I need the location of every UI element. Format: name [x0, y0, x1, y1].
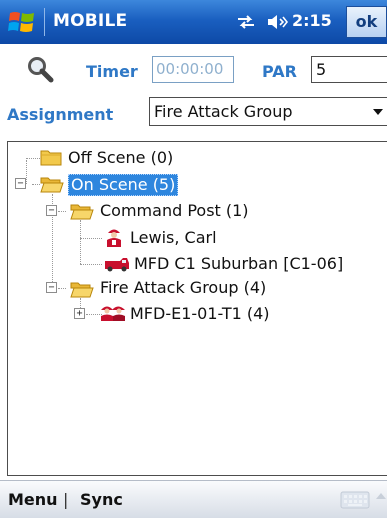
timer-label: Timer: [86, 62, 138, 81]
menu-softkey[interactable]: Menu: [8, 490, 58, 509]
tree-node-off-scene[interactable]: Off Scene (0): [68, 148, 173, 168]
assignment-dropdown[interactable]: Fire Attack Group: [149, 97, 387, 126]
tree-node-suburban[interactable]: MFD C1 Suburban [C1-06]: [134, 254, 343, 274]
tree-connector: [26, 160, 27, 184]
sync-softkey[interactable]: Sync: [80, 490, 123, 509]
assignment-label: Assignment: [7, 105, 114, 124]
collapse-toggle[interactable]: −: [46, 282, 57, 293]
tree-connector: [80, 264, 102, 265]
tree-connector: [26, 158, 40, 159]
tree-node-engine-crew[interactable]: MFD-E1-01-T1 (4): [130, 304, 270, 324]
chevron-up-icon[interactable]: [376, 493, 386, 499]
tree-connector: [32, 184, 40, 185]
tree-node-command-post[interactable]: Command Post (1): [100, 201, 249, 221]
tree-node-on-scene[interactable]: On Scene (5): [68, 174, 179, 196]
tree-connector: [58, 288, 66, 289]
crew-group-icon: [101, 306, 125, 321]
windows-start-icon[interactable]: [8, 9, 36, 35]
connectivity-icon[interactable]: [236, 13, 256, 31]
assignment-selected-value: Fire Attack Group: [154, 102, 293, 121]
keyboard-icon[interactable]: [340, 490, 370, 510]
par-label: PAR: [262, 62, 297, 81]
folder-open-icon: [70, 282, 94, 298]
ok-button[interactable]: ok: [346, 6, 387, 38]
volume-icon[interactable]: [266, 13, 288, 31]
firefighter-icon: [107, 229, 121, 247]
collapse-toggle[interactable]: −: [15, 178, 26, 189]
title-separator: [44, 8, 45, 36]
expand-toggle[interactable]: +: [74, 308, 85, 319]
chevron-down-icon[interactable]: [373, 109, 383, 115]
par-field[interactable]: 5: [311, 56, 387, 83]
tree-node-lewis-carl[interactable]: Lewis, Carl: [130, 228, 217, 248]
tree-node-fire-attack-group[interactable]: Fire Attack Group (4): [100, 278, 266, 298]
folder-open-icon: [70, 204, 94, 220]
tree-connector: [80, 220, 81, 264]
title-bar: MOBILE 2:15 ok: [0, 0, 387, 44]
tree-connector: [58, 211, 66, 212]
vehicle-icon: [105, 258, 129, 272]
search-icon[interactable]: [26, 55, 54, 83]
folder-icon: [40, 150, 62, 166]
timer-field[interactable]: 00:00:00: [152, 56, 234, 83]
softkey-separator: |: [63, 490, 69, 509]
collapse-toggle[interactable]: −: [46, 205, 57, 216]
folder-open-icon: [40, 177, 64, 193]
softkey-bar: Menu | Sync: [0, 480, 387, 518]
unit-tree[interactable]: Off Scene (0) − On Scene (5) − Command P…: [7, 141, 387, 476]
app-title: MOBILE: [53, 11, 128, 31]
tree-connector: [80, 238, 102, 239]
clock[interactable]: 2:15: [292, 11, 332, 30]
